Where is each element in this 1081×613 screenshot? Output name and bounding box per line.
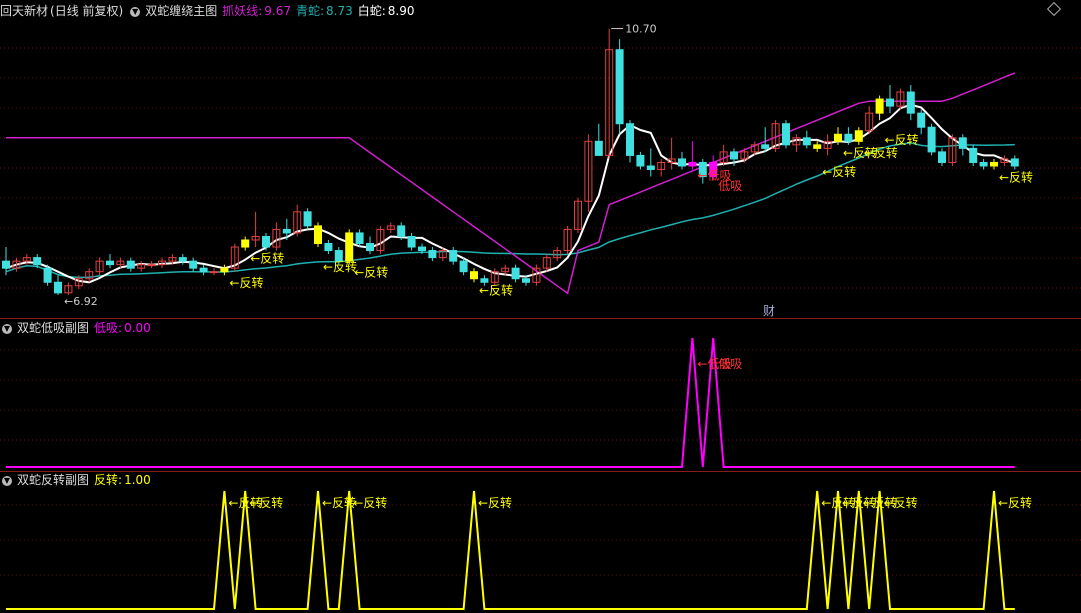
candle-body: [511, 267, 520, 280]
kline-chart[interactable]: 10.70←6.92←反转←反转←反转←反转←反转←反转←反转←反转←反转←反转…: [0, 0, 1081, 613]
candle-body: [834, 133, 842, 142]
low-price-label: ←6.92: [64, 295, 98, 308]
candle-body: [324, 243, 333, 252]
candle-body: [782, 123, 790, 146]
zhuayao-line: [6, 72, 1016, 295]
fanzhuan-annotation: ←反转: [999, 170, 1033, 185]
candle-body: [428, 250, 437, 259]
candle-body: [449, 250, 458, 262]
candle-body: [761, 144, 770, 149]
candle-body: [938, 151, 946, 163]
candle-body: [397, 225, 406, 237]
candle-body: [459, 260, 468, 273]
fanzhuan-annotation: ←反转: [822, 164, 856, 179]
candle-body: [43, 267, 52, 283]
candle-body: [282, 228, 291, 234]
candle-body: [470, 271, 478, 280]
candle-body: [106, 260, 114, 266]
fanzhuan-annotation: ←反转: [479, 282, 513, 297]
fanzhuan-sub-annotation: ←反转: [884, 495, 918, 510]
high-price-label: 10.70: [625, 23, 657, 36]
candle-body: [220, 267, 229, 273]
candle-body: [522, 278, 530, 283]
candle-body: [813, 144, 822, 149]
candle-body: [730, 151, 738, 160]
candle-body: [927, 126, 936, 153]
candle-body: [990, 161, 998, 167]
candle-body: [626, 123, 634, 156]
candle-body: [979, 161, 988, 167]
candle-body: [917, 112, 926, 128]
fanzhuan-sub-annotation: ←反转: [998, 495, 1032, 510]
fanzhuan-annotation: ←反转: [885, 132, 919, 147]
candle-body: [906, 91, 915, 114]
candle-body: [33, 257, 42, 266]
candle-body: [126, 260, 135, 269]
candle-body: [210, 271, 218, 274]
candle-body: [189, 260, 198, 269]
candle-body: [854, 130, 863, 142]
candle-body: [1010, 158, 1019, 167]
candle-body: [688, 161, 697, 167]
qingshe-line: [5, 142, 1015, 279]
candle-body: [886, 98, 894, 107]
fanzhuan-sub-annotation: ←反转: [322, 495, 356, 510]
candle-body: [407, 235, 416, 248]
candle-body: [345, 232, 354, 262]
candle-body: [241, 239, 250, 248]
dixi-sub-annotation: 低吸: [718, 357, 742, 371]
baishe-line: [5, 103, 1016, 284]
candle-body: [646, 165, 655, 171]
fanzhuan-sub-annotation: ←反转: [249, 495, 283, 510]
candle-body: [480, 278, 489, 283]
candle-body: [262, 235, 270, 248]
fanzhuan-annotation: ←反转: [323, 259, 357, 274]
candle-body: [958, 137, 967, 149]
fanzhuan-annotation: ←反转: [354, 265, 388, 280]
candle-body: [303, 211, 312, 227]
candle-body: [678, 158, 686, 167]
candle-body: [594, 140, 603, 156]
candle-body: [418, 246, 426, 252]
candle-body: [2, 260, 10, 269]
fanzhuan-sub-annotation: ←反转: [353, 495, 387, 510]
candle-body: [615, 49, 624, 125]
dixi-signal-line: [6, 337, 1015, 468]
candle-body: [636, 154, 645, 167]
dixi-annotation: 低吸: [718, 179, 742, 193]
candle-body: [802, 137, 811, 146]
fanzhuan-sub-annotation: ←反转: [478, 495, 512, 510]
candle-body: [199, 267, 208, 273]
candle-body: [178, 257, 187, 262]
candle-body: [355, 232, 364, 245]
candle-body: [875, 98, 884, 114]
fanzhuan-annotation: ←反转: [250, 251, 284, 266]
fanzhuan-annotation: ←反转: [229, 275, 263, 290]
candle-body: [366, 243, 374, 252]
candle-body: [147, 264, 156, 267]
candle-body: [54, 281, 62, 294]
candle-body: [969, 147, 978, 163]
candle-body: [844, 133, 853, 142]
candle-body: [314, 225, 322, 245]
